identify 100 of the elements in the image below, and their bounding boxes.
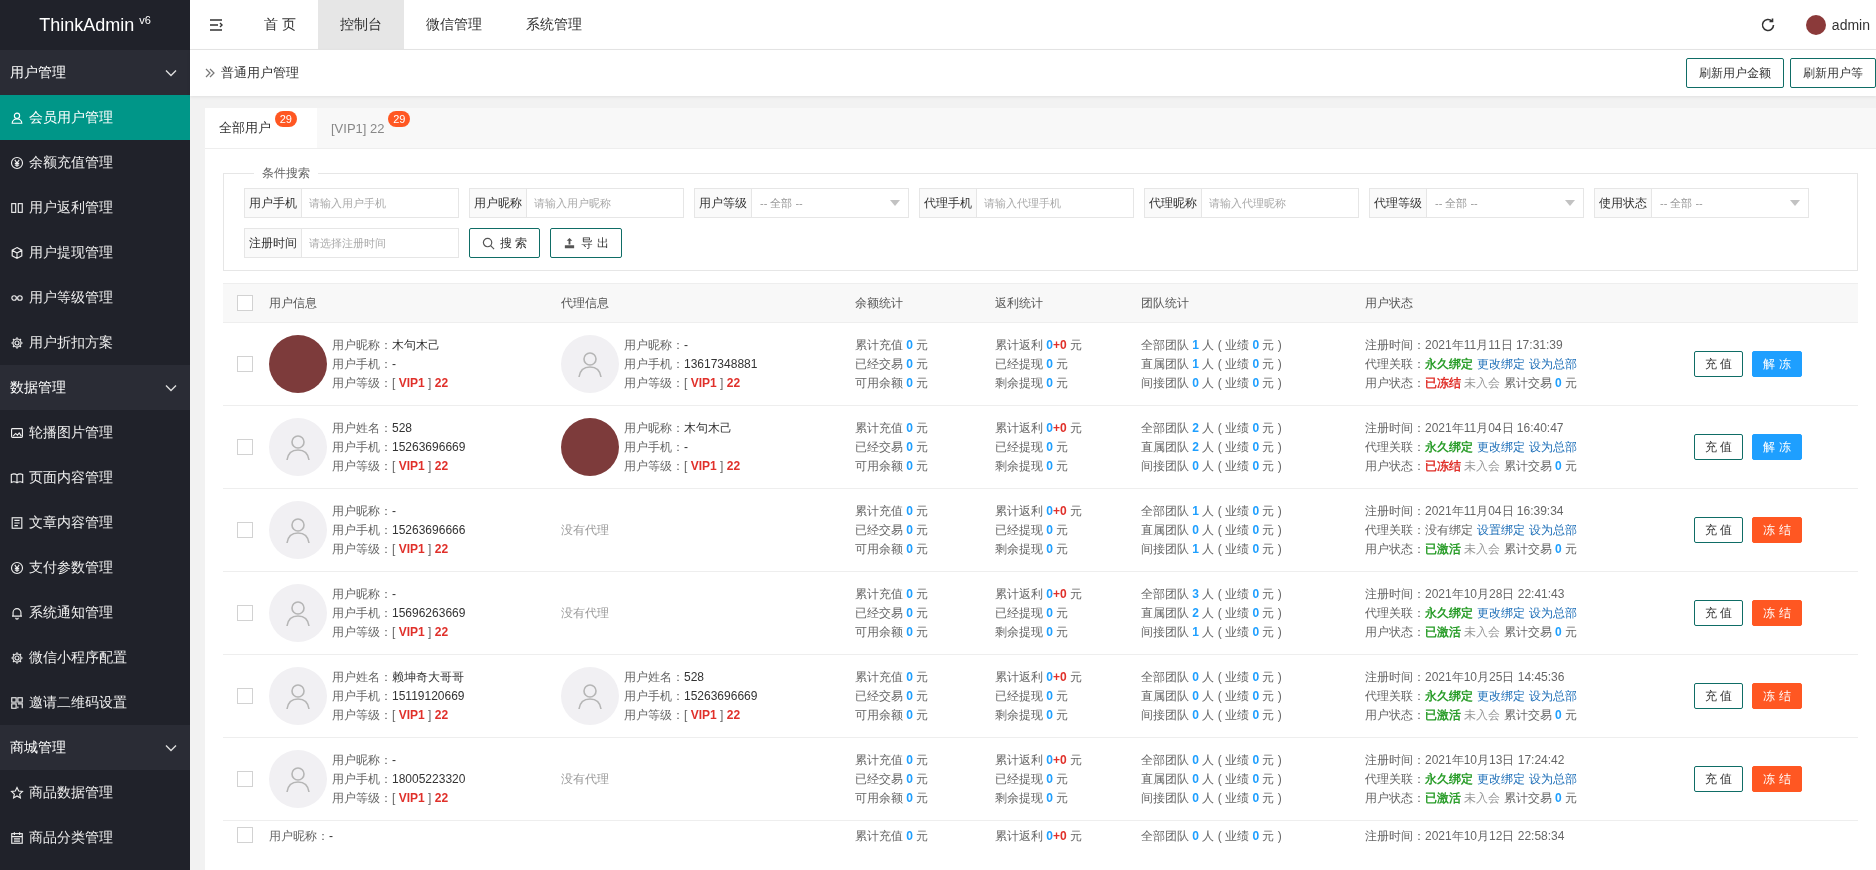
calendar-icon [10,830,24,845]
input-field[interactable]: 请输入用户手机 [302,188,459,218]
action-link[interactable]: 更改绑定 [1477,771,1525,786]
info-line: 已经提现 0 元 [995,770,1070,788]
info-line: 全部团队 0 人 ( 业绩 0 元 ) [1141,751,1283,769]
sidebar-item[interactable]: 支付参数管理 [0,545,190,590]
row-checkbox[interactable] [237,439,253,455]
field-label: 代理等级 [1369,188,1427,218]
info-line: 注册时间：2021年11月04日 16:40:47 [1365,419,1565,437]
info-text: 永久绑定 [1425,771,1473,786]
info-line: 用户等级：[ VIP1 ] 22 [332,789,450,807]
info-line: 注册时间：2021年11月11日 17:31:39 [1365,336,1564,354]
info-line: 全部团队 3 人 ( 业绩 0 元 ) [1141,585,1283,603]
input-field[interactable]: 请输入用户昵称 [527,188,684,218]
sidebar-item[interactable]: 用户提现管理 [0,230,190,275]
recharge-button[interactable]: 充 值 [1694,434,1744,460]
info-line: 注册时间：2021年10月28日 22:41:43 [1365,585,1566,603]
sidebar-item[interactable]: 会员用户管理 [0,95,190,140]
recharge-button[interactable]: 充 值 [1694,351,1744,377]
coin-icon [10,560,24,575]
info-line: 可用余额 0 元 [855,623,930,641]
sidebar-item[interactable]: 商品数据管理 [0,770,190,815]
sidebar-item[interactable]: 页面内容管理 [0,455,190,500]
recharge-button[interactable]: 充 值 [1694,517,1744,543]
row-checkbox[interactable] [237,771,253,787]
sidebar-item[interactable]: 邀请二维码设置 [0,680,190,725]
info-line: 直属团队 2 人 ( 业绩 0 元 ) [1141,604,1283,622]
info-line: 用户昵称：- [624,336,689,354]
row-checkbox[interactable] [237,605,253,621]
input-field[interactable]: 请选择注册时间 [302,228,459,258]
action-link[interactable]: 设为总部 [1529,771,1577,786]
info-line: 用户昵称：木句木己 [624,419,733,437]
row-checkbox[interactable] [237,522,253,538]
info-line: 用户状态：已冻结 未入会 累计交易 0 元 [1365,374,1579,392]
info-line: 可用余额 0 元 [855,540,930,558]
action-link[interactable]: 更改绑定 [1477,688,1525,703]
user-name[interactable]: admin [1831,16,1870,33]
action-link[interactable]: 更改绑定 [1477,605,1525,620]
refresh-button[interactable]: 刷新用户等 [1790,58,1876,88]
row-checkbox[interactable] [237,356,253,372]
star-icon [10,785,24,800]
row-checkbox[interactable] [237,688,253,704]
menu-icon[interactable] [208,16,224,33]
search-button[interactable]: 搜 索 [469,228,541,258]
sidebar-item[interactable]: 轮播图片管理 [0,410,190,455]
nav-tab[interactable]: 系统管理 [503,0,604,49]
sidebar-group[interactable]: 商城管理 [0,725,190,770]
caret-icon [1565,200,1575,206]
row-checkbox[interactable] [237,827,253,843]
nav-tab[interactable]: 微信管理 [403,0,504,49]
recharge-button[interactable]: 充 值 [1694,600,1744,626]
grid-icon [10,695,24,710]
info-line: 直属团队 0 人 ( 业绩 0 元 ) [1141,521,1283,539]
export-button[interactable]: 导 出 [550,228,622,258]
sidebar-item[interactable]: 用户等级管理 [0,275,190,320]
sidebar-item[interactable]: 微信小程序配置 [0,635,190,680]
sidebar-group[interactable]: 数据管理 [0,365,190,410]
info-line: 注册时间：2021年11月04日 16:39:34 [1365,502,1565,520]
action-link[interactable]: 更改绑定 [1477,439,1525,454]
info-line: 用户姓名：528 [624,668,706,686]
sidebar-item[interactable]: 用户折扣方案 [0,320,190,365]
action-link[interactable]: 设为总部 [1529,605,1577,620]
info-line: 累计充值 0 元 [855,502,930,520]
sidebar-item[interactable]: 用户返利管理 [0,185,190,230]
info-line: 累计返利 0+0 元 [995,502,1084,520]
field-label: 用户手机 [244,188,302,218]
info-text: 代理关联： [1365,605,1425,620]
info-line: 累计充值 0 元 [855,585,930,603]
info-line: 累计充值 0 元 [855,751,930,769]
sidebar-item[interactable]: 文章内容管理 [0,500,190,545]
input-field[interactable]: 请输入代理手机 [977,188,1134,218]
columns-icon [10,200,24,215]
info-line: 用户等级：[ VIP1 ] 22 [624,374,742,392]
refresh-icon[interactable] [1759,16,1776,33]
sidebar-item[interactable]: 系统通知管理 [0,590,190,635]
info-line: 间接团队 0 人 ( 业绩 0 元 ) [1141,789,1283,807]
user-avatar[interactable] [1805,14,1826,35]
action-link[interactable]: 更改绑定 [1477,356,1525,371]
select-all-checkbox[interactable] [237,295,253,311]
action-link[interactable]: 设为总部 [1529,439,1577,454]
recharge-button[interactable]: 充 值 [1694,766,1744,792]
sidebar-item[interactable]: 商品分类管理 [0,815,190,860]
sidebar-group[interactable]: 用户管理 [0,50,190,95]
input-field[interactable]: 请输入代理昵称 [1202,188,1359,218]
info-line: 累计返利 0+0 元 [995,336,1084,354]
info-line: 用户状态：已激活 未入会 累计交易 0 元 [1365,623,1579,641]
action-link[interactable]: 设置绑定 [1477,522,1525,537]
info-line: 全部团队 1 人 ( 业绩 0 元 ) [1141,502,1283,520]
content-tab[interactable]: 全部用户 29 [205,108,317,148]
action-link[interactable]: 设为总部 [1529,356,1577,371]
info-line: 剩余提现 0 元 [995,789,1070,807]
recharge-button[interactable]: 充 值 [1694,683,1744,709]
field-label: 代理昵称 [1144,188,1202,218]
sidebar-item[interactable]: 余额充值管理 [0,140,190,185]
action-link[interactable]: 设为总部 [1529,688,1577,703]
refresh-button[interactable]: 刷新用户金额 [1686,58,1784,88]
nav-tab[interactable]: 控制台 [317,0,404,49]
action-link[interactable]: 设为总部 [1529,522,1577,537]
nav-tab[interactable]: 首 页 [242,0,318,49]
info-line: 用户姓名：528 [332,419,414,437]
